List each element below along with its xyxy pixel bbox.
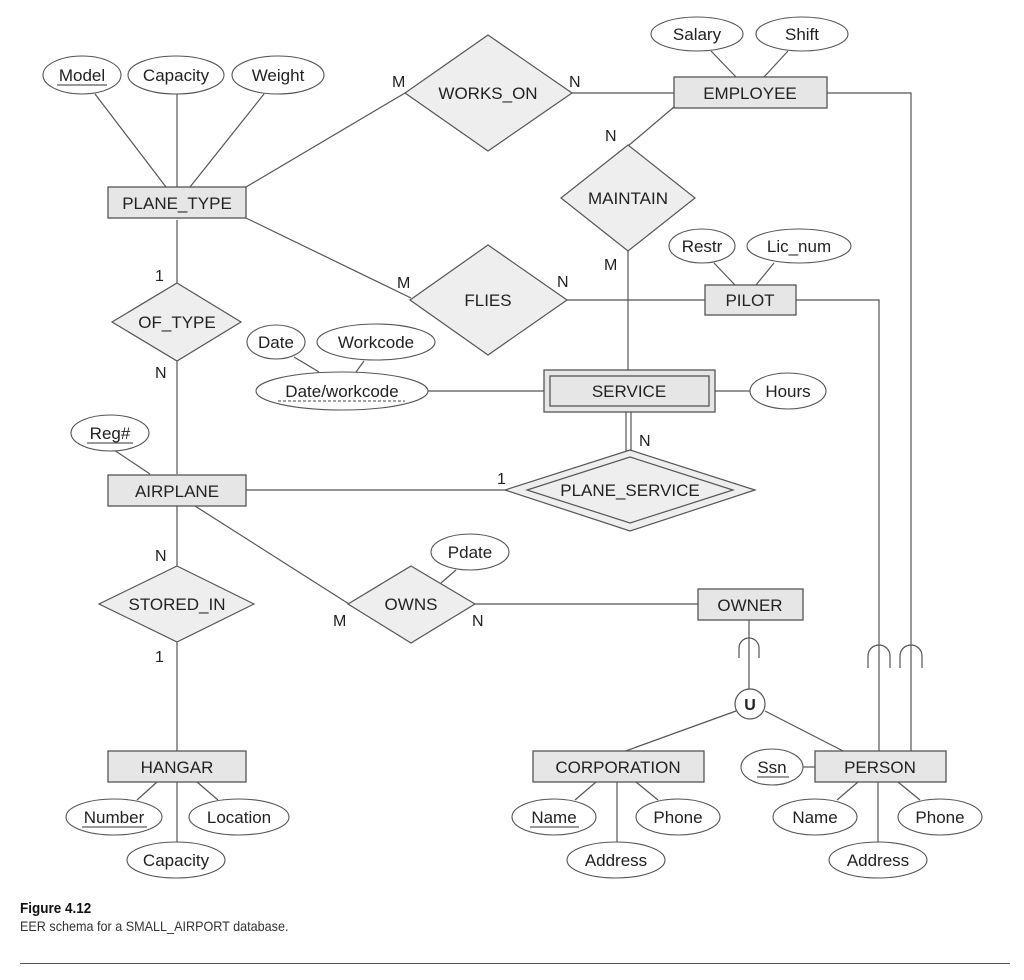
cardinality-works-on-n: N	[569, 74, 581, 91]
relationship-label: OWNS	[385, 595, 438, 614]
attribute-person-name[interactable]: Name	[772, 798, 858, 836]
attribute-label: Name	[792, 808, 837, 827]
entity-employee[interactable]: EMPLOYEE	[673, 76, 828, 109]
entity-label: CORPORATION	[555, 758, 680, 777]
attribute-label: Ssn	[757, 758, 786, 777]
entity-person[interactable]: PERSON	[814, 750, 947, 783]
cardinality-of-type-1: 1	[155, 268, 164, 285]
attribute-label: Pdate	[448, 543, 492, 562]
attribute-date-workcode-partial-key[interactable]: Date/workcode	[255, 371, 429, 411]
relationship-label: STORED_IN	[129, 595, 226, 614]
attribute-label: Hours	[765, 382, 810, 401]
caption-divider	[20, 963, 1010, 964]
entity-label: SERVICE	[592, 382, 666, 401]
attribute-label: Phone	[915, 808, 964, 827]
relationship-owns[interactable]: OWNS	[346, 565, 477, 644]
entity-owner[interactable]: OWNER	[697, 588, 804, 621]
attribute-salary[interactable]: Salary	[650, 16, 744, 52]
attribute-lic-num[interactable]: Lic_num	[746, 228, 852, 264]
attribute-corporation-name-key[interactable]: Name	[511, 798, 597, 836]
cardinality-stored-in-n: N	[155, 548, 167, 565]
relationship-label: WORKS_ON	[438, 84, 537, 103]
attribute-label: Reg#	[90, 424, 131, 443]
cardinality-flies-m: M	[397, 275, 410, 292]
attribute-label: Date	[258, 333, 294, 352]
entity-pilot[interactable]: PILOT	[704, 284, 797, 316]
cardinality-plane-service-n: N	[639, 433, 651, 450]
figure-label: Figure 4.12	[20, 900, 92, 917]
attribute-person-address[interactable]: Address	[828, 841, 928, 879]
entity-corporation[interactable]: CORPORATION	[532, 750, 705, 783]
relationship-plane-service-identifying[interactable]: PLANE_SERVICE	[503, 449, 757, 532]
attribute-label: Capacity	[143, 851, 210, 870]
relationship-works-on[interactable]: WORKS_ON	[403, 34, 574, 152]
attribute-corporation-phone[interactable]: Phone	[635, 798, 721, 836]
entity-label: HANGAR	[141, 758, 214, 777]
cardinality-of-type-n: N	[155, 365, 167, 382]
attribute-label: Salary	[673, 25, 722, 44]
attribute-label: Workcode	[338, 333, 414, 352]
union-category-circle: U	[734, 688, 766, 720]
relationship-maintain[interactable]: MAINTAIN	[560, 144, 696, 252]
attribute-date[interactable]: Date	[246, 324, 306, 360]
relationship-label: MAINTAIN	[588, 189, 668, 208]
attribute-person-phone[interactable]: Phone	[897, 798, 983, 836]
cardinality-maintain-n: N	[605, 128, 617, 145]
connector-lines	[94, 50, 921, 843]
cardinality-stored-in-1: 1	[155, 649, 164, 666]
entity-label: EMPLOYEE	[703, 84, 797, 103]
cardinality-owns-m: M	[333, 613, 346, 630]
attribute-label: Name	[531, 808, 576, 827]
relationship-stored-in[interactable]: STORED_IN	[97, 565, 256, 643]
cardinality-maintain-m: M	[604, 257, 617, 274]
entity-label: AIRPLANE	[135, 482, 219, 501]
attribute-weight[interactable]: Weight	[231, 55, 325, 95]
union-symbol: U	[744, 697, 756, 714]
relationship-label: OF_TYPE	[138, 313, 215, 332]
attribute-label: Phone	[653, 808, 702, 827]
entity-label: PERSON	[844, 758, 916, 777]
attribute-location[interactable]: Location	[188, 798, 290, 836]
attribute-label: Location	[207, 808, 271, 827]
attribute-label: Lic_num	[767, 237, 831, 256]
attribute-label: Address	[585, 851, 647, 870]
attribute-pdate[interactable]: Pdate	[430, 533, 510, 571]
entity-airplane[interactable]: AIRPLANE	[107, 474, 247, 507]
attribute-hours[interactable]: Hours	[749, 372, 827, 410]
attribute-label: Restr	[682, 237, 723, 256]
attribute-label: Weight	[252, 66, 305, 85]
relationship-of-type[interactable]: OF_TYPE	[110, 282, 243, 362]
cardinality-flies-n: N	[557, 274, 569, 291]
attribute-plane-type-capacity[interactable]: Capacity	[127, 55, 225, 95]
figure-caption: EER schema for a SMALL_AIRPORT database.	[20, 918, 289, 934]
cardinality-owns-n: N	[472, 613, 484, 630]
attribute-shift[interactable]: Shift	[755, 16, 849, 52]
attribute-model-key[interactable]: Model	[42, 55, 122, 95]
entity-label: OWNER	[717, 596, 782, 615]
entity-plane-type[interactable]: PLANE_TYPE	[107, 186, 247, 219]
eer-diagram: PLANE_TYPE EMPLOYEE PILOT SERVICE AIRPLA…	[42, 16, 983, 879]
attribute-label: Shift	[785, 25, 819, 44]
entity-hangar[interactable]: HANGAR	[107, 750, 247, 783]
subset-symbols	[738, 637, 923, 668]
cardinality-works-on-m: M	[392, 74, 405, 91]
relationship-label: FLIES	[464, 291, 511, 310]
cardinality-plane-service-1: 1	[497, 471, 506, 488]
attribute-ssn-key[interactable]: Ssn	[740, 748, 804, 786]
attribute-corporation-address[interactable]: Address	[566, 841, 666, 879]
attribute-label: Date/workcode	[285, 382, 398, 401]
attribute-label: Address	[847, 851, 909, 870]
attribute-number-key[interactable]: Number	[65, 798, 163, 836]
attribute-label: Number	[84, 808, 145, 827]
attribute-label: Capacity	[143, 66, 210, 85]
entity-label: PLANE_TYPE	[122, 194, 232, 213]
attribute-label: Model	[59, 66, 105, 85]
attribute-hangar-capacity[interactable]: Capacity	[126, 841, 226, 879]
entity-service-weak[interactable]: SERVICE	[543, 369, 716, 413]
entity-label: PILOT	[725, 291, 774, 310]
attribute-workcode[interactable]: Workcode	[316, 323, 436, 361]
relationship-label: PLANE_SERVICE	[560, 481, 700, 500]
attribute-reg-key[interactable]: Reg#	[70, 414, 150, 452]
attribute-restr[interactable]: Restr	[668, 228, 736, 264]
